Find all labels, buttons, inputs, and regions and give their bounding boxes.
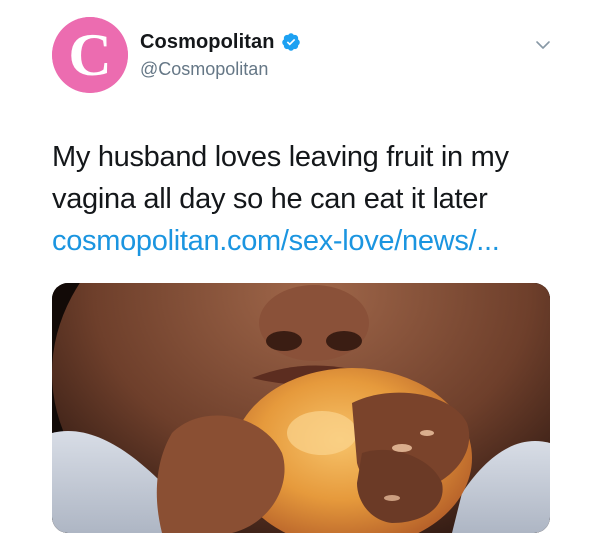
avatar[interactable]: C — [52, 17, 128, 93]
svg-text:C: C — [68, 22, 111, 88]
user-handle[interactable]: @Cosmopolitan — [140, 59, 301, 80]
user-info: Cosmopolitan @Cosmopolitan — [140, 29, 301, 80]
tweet-photo[interactable] — [52, 283, 550, 533]
cosmopolitan-logo-icon: C — [52, 17, 128, 93]
name-row: Cosmopolitan — [140, 29, 301, 55]
tweet-text-line: vagina all day so he can eat it later — [52, 183, 488, 215]
tweet-text-line: My husband loves leaving fruit in my — [52, 141, 509, 173]
chevron-down-icon[interactable] — [534, 36, 552, 54]
tweet-text: My husband loves leaving fruit in my vag… — [52, 136, 572, 262]
tweet-card: C Cosmopolitan @Cosmopolitan My husband … — [0, 0, 600, 547]
verified-badge-icon — [281, 32, 301, 52]
article-link[interactable]: cosmopolitan.com/sex-love/news/... — [52, 220, 572, 262]
display-name[interactable]: Cosmopolitan — [140, 31, 275, 54]
photo-media-icon — [52, 283, 550, 533]
